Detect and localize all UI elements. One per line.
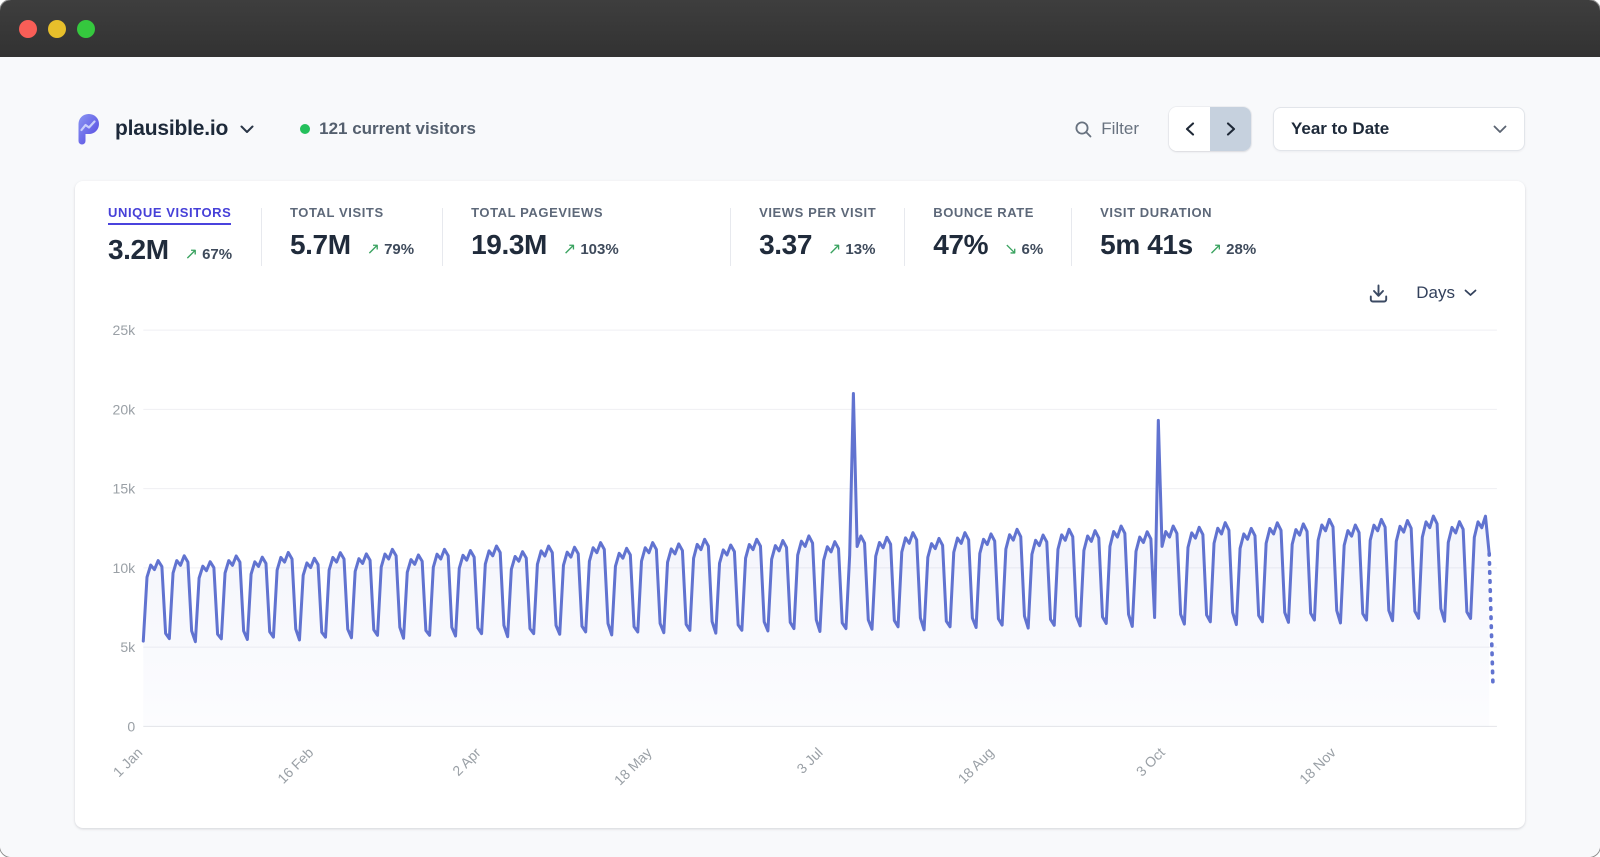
svg-text:18 Nov: 18 Nov [1296, 744, 1339, 787]
trend-up-icon: ↗ [1209, 239, 1222, 259]
svg-text:15k: 15k [113, 481, 137, 497]
live-indicator-dot [300, 124, 310, 134]
stat-label: VISIT DURATION [1100, 205, 1256, 220]
plausible-logo-icon [75, 114, 102, 145]
search-icon [1074, 120, 1093, 139]
svg-text:0: 0 [127, 718, 135, 734]
stat-change: 6% [1021, 241, 1043, 258]
stat-views-per-visit[interactable]: VIEWS PER VISIT 3.37 ↗13% [759, 205, 904, 261]
stat-value: 5m 41s [1100, 229, 1193, 261]
svg-text:10k: 10k [113, 560, 137, 576]
download-icon [1368, 283, 1389, 304]
stat-label: TOTAL VISITS [290, 205, 414, 220]
stat-divider [261, 208, 262, 266]
dashboard-topbar: plausible.io 121 current visitors F [75, 57, 1525, 151]
stat-divider [904, 208, 905, 266]
stat-label: UNIQUE VISITORS [108, 205, 231, 225]
filter-button[interactable]: Filter [1074, 119, 1139, 139]
site-name: plausible.io [115, 117, 228, 141]
topbar-controls: Filter Year to Date [1074, 107, 1525, 151]
svg-text:5k: 5k [120, 639, 136, 655]
chevron-down-icon [240, 125, 254, 134]
stat-label: TOTAL PAGEVIEWS [471, 205, 702, 220]
stat-divider [730, 208, 731, 266]
window-zoom-button[interactable] [77, 20, 95, 38]
stat-unique-visitors[interactable]: UNIQUE VISITORS 3.2M ↗67% [108, 205, 261, 266]
chevron-down-icon [1464, 289, 1477, 297]
chevron-down-icon [1493, 125, 1507, 134]
filter-label: Filter [1101, 119, 1139, 139]
svg-text:25k: 25k [113, 322, 137, 338]
stat-label: BOUNCE RATE [933, 205, 1043, 220]
site-switcher[interactable]: plausible.io [115, 117, 254, 141]
interval-select[interactable]: Days [1416, 283, 1477, 303]
window-titlebar [0, 0, 1600, 57]
export-download-button[interactable] [1368, 283, 1389, 304]
chart-controls: Days [75, 266, 1525, 308]
stat-value: 5.7M [290, 229, 351, 261]
svg-text:2 Apr: 2 Apr [449, 744, 484, 779]
stat-bounce-rate[interactable]: BOUNCE RATE 47% ↘6% [933, 205, 1071, 261]
stat-divider [442, 208, 443, 266]
trend-up-icon: ↗ [563, 239, 576, 259]
window-close-button[interactable] [19, 20, 37, 38]
interval-label: Days [1416, 283, 1455, 303]
svg-text:18 Aug: 18 Aug [955, 744, 997, 786]
dashboard-card: UNIQUE VISITORS 3.2M ↗67% TOTAL VISITS 5… [75, 181, 1525, 828]
prev-period-button[interactable] [1169, 107, 1210, 151]
date-range-label: Year to Date [1291, 119, 1389, 139]
chevron-left-icon [1185, 122, 1195, 136]
svg-text:3 Jul: 3 Jul [793, 744, 825, 776]
stat-divider [1071, 208, 1072, 266]
app-window: plausible.io 121 current visitors F [0, 0, 1600, 857]
stat-change: 103% [580, 241, 618, 258]
svg-text:20k: 20k [113, 401, 137, 417]
visitors-chart[interactable]: 0 5k 10k 15k 20k 25k 1 Jan 16 Feb 2 Apr 18 May 3 J… [97, 310, 1505, 799]
current-visitors-label: 121 current visitors [319, 119, 476, 139]
period-pager [1169, 107, 1251, 151]
stat-value: 3.2M [108, 234, 169, 266]
stat-value: 47% [933, 229, 988, 261]
chevron-right-icon [1226, 122, 1236, 136]
stats-row: UNIQUE VISITORS 3.2M ↗67% TOTAL VISITS 5… [75, 181, 1525, 266]
stat-change: 13% [845, 241, 875, 258]
trend-up-icon: ↗ [367, 239, 380, 259]
stat-change: 67% [202, 246, 232, 263]
next-period-button[interactable] [1210, 107, 1251, 151]
trend-up-icon: ↗ [185, 244, 198, 264]
page-content: plausible.io 121 current visitors F [0, 57, 1600, 857]
window-minimize-button[interactable] [48, 20, 66, 38]
stat-value: 3.37 [759, 229, 812, 261]
current-visitors: 121 current visitors [300, 119, 476, 139]
stat-total-visits[interactable]: TOTAL VISITS 5.7M ↗79% [290, 205, 442, 261]
chart-container: 0 5k 10k 15k 20k 25k 1 Jan 16 Feb 2 Apr 18 May 3 J… [75, 308, 1525, 799]
stat-visit-duration[interactable]: VISIT DURATION 5m 41s ↗28% [1100, 205, 1284, 261]
stat-change: 28% [1226, 241, 1256, 258]
stat-change: 79% [384, 241, 414, 258]
trend-down-icon: ↘ [1004, 239, 1017, 259]
stat-label: VIEWS PER VISIT [759, 205, 876, 220]
svg-text:16 Feb: 16 Feb [274, 744, 316, 786]
stat-total-pageviews[interactable]: TOTAL PAGEVIEWS 19.3M ↗103% [471, 205, 730, 261]
site-group: plausible.io 121 current visitors [75, 114, 476, 145]
date-range-select[interactable]: Year to Date [1273, 107, 1525, 151]
trend-up-icon: ↗ [828, 239, 841, 259]
svg-text:1 Jan: 1 Jan [110, 744, 146, 780]
svg-text:18 May: 18 May [611, 744, 655, 788]
stat-value: 19.3M [471, 229, 547, 261]
svg-text:3 Oct: 3 Oct [1133, 744, 1168, 779]
chart-canvas: 0 5k 10k 15k 20k 25k 1 Jan 16 Feb 2 Apr 18 May 3 J… [97, 310, 1505, 799]
